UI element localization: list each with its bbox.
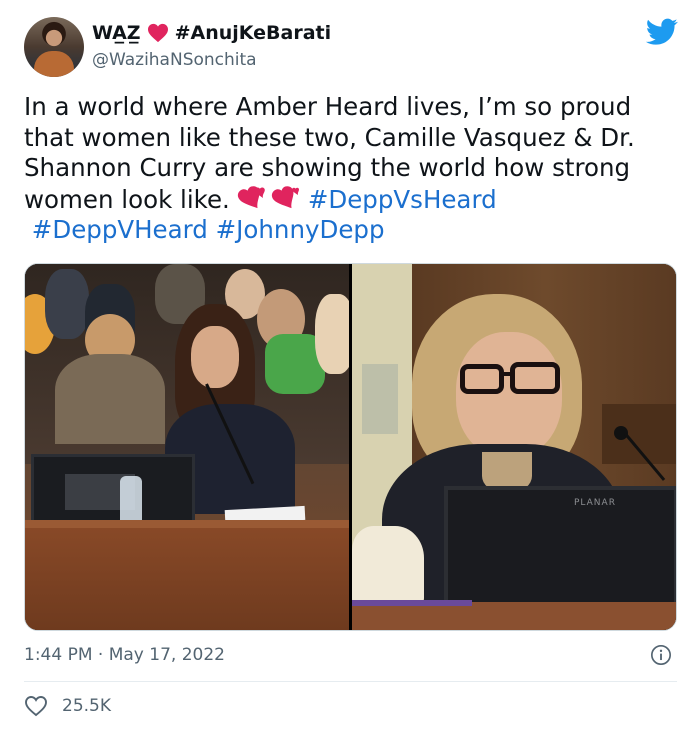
- two-hearts-icon: [237, 185, 299, 208]
- red-heart-icon: [147, 23, 168, 43]
- tweet-line-5: #DeppVHeard #JohnnyDepp: [24, 215, 684, 246]
- avatar[interactable]: [24, 17, 84, 77]
- tweet-line: In a world where Amber Heard lives, I’m …: [24, 92, 632, 121]
- heart-outline-icon[interactable]: [24, 695, 48, 717]
- display-name-row[interactable]: WA̲Z̲ #AnujKeBarati: [92, 20, 331, 46]
- photo-shannon-curry[interactable]: PLANAR: [352, 264, 676, 630]
- hashtag-link[interactable]: #JohnnyDepp: [216, 215, 385, 244]
- twitter-bird-icon[interactable]: [646, 18, 678, 46]
- tweet-line: Shannon Curry are showing the world how …: [24, 153, 631, 182]
- tweet-text: In a world where Amber Heard lives, I’m …: [24, 92, 684, 246]
- like-count: 25.5K: [62, 696, 111, 716]
- tweet-media[interactable]: PLANAR: [24, 263, 677, 631]
- tweet-line: women look like.: [24, 184, 230, 214]
- tweet-line: that women like these two, Camille Vasqu…: [24, 122, 635, 152]
- like-row[interactable]: 25.5K: [24, 693, 111, 719]
- info-icon[interactable]: [650, 644, 672, 666]
- hashtag-link[interactable]: #DeppVsHeard: [308, 185, 497, 214]
- photo-camille-vasquez[interactable]: [25, 264, 349, 630]
- tweet-timestamp[interactable]: 1:44 PM · May 17, 2022: [24, 645, 225, 665]
- monitor-brand: PLANAR: [574, 498, 616, 508]
- display-name-suffix[interactable]: #AnujKeBarati: [175, 22, 332, 44]
- user-handle[interactable]: @WazihaNSonchita: [92, 50, 257, 70]
- tweet-line-4: women look like. #DeppVsHeard: [24, 184, 684, 216]
- divider: [24, 681, 677, 682]
- display-name[interactable]: WA̲Z̲: [92, 22, 141, 44]
- hashtag-link[interactable]: #DeppVHeard: [32, 215, 208, 244]
